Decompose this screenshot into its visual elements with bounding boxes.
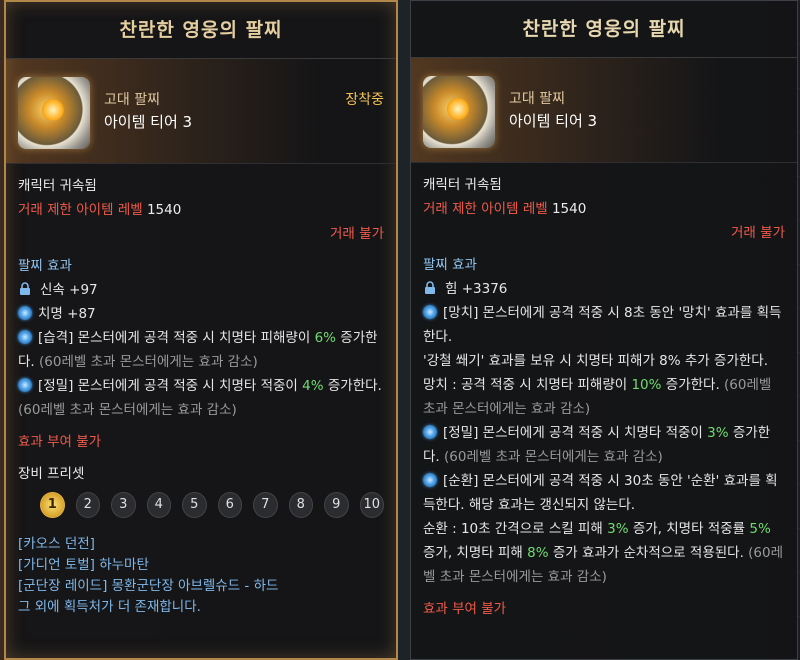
effect-text: 증가한다. bbox=[661, 377, 720, 393]
item-header: 고대 팔찌 아이템 티어 3 bbox=[411, 58, 797, 163]
section-title-bracelet-effect: 팔찌 효과 bbox=[18, 258, 72, 274]
stat-text: 치명 +87 bbox=[38, 306, 96, 322]
effect-text: 증가 효과가 순차적으로 적용된다. bbox=[548, 545, 744, 561]
item-header: 고대 팔찌 아이템 티어 3 장착중 bbox=[6, 59, 396, 164]
effect-tag: [순환] bbox=[443, 473, 479, 489]
effect-entry: [정밀] 몬스터에게 공격 적중 시 치명타 적중이 4% 증가한다. (60레… bbox=[18, 374, 384, 422]
effect-tag: [습격] bbox=[38, 330, 74, 346]
item-tier: 아이템 티어 3 bbox=[104, 113, 193, 131]
trade-status: 거래 불가 bbox=[330, 226, 384, 242]
preset-selector: 1 2 3 4 5 6 7 8 9 10 bbox=[40, 492, 384, 518]
effect-text: 순환 : 10초 간격으로 스킬 피해 bbox=[423, 521, 608, 537]
effect-entry: 망치 : 공격 적중 시 치명타 피해량이 10% 증가한다. (60레벨 초과… bbox=[423, 373, 785, 421]
lock-icon bbox=[20, 282, 30, 295]
preset-button-3[interactable]: 3 bbox=[111, 492, 136, 518]
more-sources-text: 그 외에 획득처가 더 존재합니다. bbox=[18, 599, 201, 615]
effect-text: '강철 쐐기' 효과를 보유 시 치명타 피해가 8% 추가 증가한다. bbox=[423, 353, 768, 369]
stat-text: 힘 +3376 bbox=[445, 281, 508, 297]
bound-status: 캐릭터 귀속됨 bbox=[18, 178, 97, 194]
effect-value: 5% bbox=[749, 521, 771, 537]
enhance-status: 효과 부여 불가 bbox=[423, 601, 507, 617]
effect-text: 증가한다. bbox=[323, 378, 382, 394]
effect-orb-icon bbox=[423, 305, 437, 319]
trade-level-label: 거래 제한 아이템 레벨 bbox=[423, 201, 548, 217]
preset-button-8[interactable]: 8 bbox=[288, 492, 313, 518]
preset-button-4[interactable]: 4 bbox=[146, 492, 171, 518]
acquisition-sources: [카오스 던전] [가디언 토벌] 하누마탄 [군단장 레이드] 몽환군단장 아… bbox=[18, 534, 384, 618]
effect-text: 증가, 치명타 피해 bbox=[423, 545, 528, 561]
effect-text: 몬스터에게 공격 적중 시 치명타 피해량이 bbox=[73, 330, 315, 346]
effect-value: 3% bbox=[707, 425, 729, 441]
trade-level-label: 거래 제한 아이템 레벨 bbox=[18, 202, 143, 218]
effect-orb-icon bbox=[423, 473, 437, 487]
effect-orb-icon bbox=[18, 330, 32, 344]
item-grade: 고대 팔찌 bbox=[509, 91, 565, 107]
effect-value: 3% bbox=[607, 521, 629, 537]
preset-button-7[interactable]: 7 bbox=[253, 492, 278, 518]
trade-status: 거래 불가 bbox=[731, 225, 785, 241]
effect-entry: [순환] 몬스터에게 공격 적중 시 30초 동안 '순환' 효과를 획득한다.… bbox=[423, 469, 785, 517]
effect-orb-icon bbox=[18, 306, 32, 320]
effect-note: (60레벨 초과 몬스터에게는 효과 감소) bbox=[18, 402, 237, 418]
preset-button-5[interactable]: 5 bbox=[182, 492, 207, 518]
effect-tag: [망치] bbox=[443, 305, 479, 321]
bracelet-icon bbox=[423, 76, 495, 148]
effect-text: 몬스터에게 공격 적중 시 치명타 적중이 bbox=[73, 378, 303, 394]
effect-entry: [습격] 몬스터에게 공격 적중 시 치명타 피해량이 6% 증가한다. (60… bbox=[18, 326, 384, 374]
preset-button-2[interactable]: 2 bbox=[75, 492, 100, 518]
effect-orb-icon bbox=[18, 378, 32, 392]
preset-title: 장비 프리셋 bbox=[18, 466, 85, 482]
lock-icon bbox=[425, 281, 435, 294]
item-name: 찬란한 영웅의 팔찌 bbox=[411, 1, 797, 58]
effect-value: 8% bbox=[527, 545, 549, 561]
enhance-status: 효과 부여 불가 bbox=[18, 434, 102, 450]
compare-item-tooltip: 찬란한 영웅의 팔찌 고대 팔찌 아이템 티어 3 캐릭터 귀속됨 거래 제한 … bbox=[410, 0, 798, 660]
effect-orb-icon bbox=[423, 425, 437, 439]
item-grade: 고대 팔찌 bbox=[104, 92, 160, 108]
bound-status: 캐릭터 귀속됨 bbox=[423, 177, 502, 193]
preset-button-1[interactable]: 1 bbox=[40, 492, 65, 518]
stat-text: 신속 +97 bbox=[40, 282, 98, 298]
equipped-item-tooltip: 찬란한 영웅의 팔찌 고대 팔찌 아이템 티어 3 장착중 캐릭터 귀속됨 거래… bbox=[4, 0, 398, 660]
equipped-badge: 장착중 bbox=[345, 92, 384, 108]
trade-level-value: 1540 bbox=[146, 202, 182, 218]
item-tier: 아이템 티어 3 bbox=[509, 112, 598, 130]
trade-level-value: 1540 bbox=[551, 201, 587, 217]
stat-row: 치명 +87 bbox=[18, 302, 384, 326]
effect-note: (60레벨 초과 몬스터에게는 효과 감소) bbox=[439, 449, 663, 465]
stat-row: 신속 +97 bbox=[18, 278, 384, 302]
source-link[interactable]: [군단장 레이드] 몽환군단장 아브렐슈드 - 하드 bbox=[18, 576, 384, 597]
effect-text: 몬스터에게 공격 적중 시 치명타 적중이 bbox=[478, 425, 708, 441]
effect-note: (60레벨 초과 몬스터에게는 효과 감소) bbox=[34, 354, 258, 370]
effect-text: 망치 : 공격 적중 시 치명타 피해량이 bbox=[423, 377, 632, 393]
section-title-bracelet-effect: 팔찌 효과 bbox=[423, 257, 477, 273]
source-link[interactable]: [가디언 토벌] 하누마탄 bbox=[18, 555, 384, 576]
effect-entry: [망치] 몬스터에게 공격 적중 시 8초 동안 '망치' 효과를 획득한다. bbox=[423, 301, 785, 349]
effect-value: 10% bbox=[631, 377, 662, 393]
effect-value: 6% bbox=[314, 330, 336, 346]
bracelet-icon bbox=[18, 77, 90, 149]
effect-tag: [정밀] bbox=[443, 425, 479, 441]
preset-button-6[interactable]: 6 bbox=[217, 492, 242, 518]
source-link[interactable]: [카오스 던전] bbox=[18, 534, 384, 555]
preset-button-9[interactable]: 9 bbox=[324, 492, 349, 518]
item-name: 찬란한 영웅의 팔찌 bbox=[6, 2, 396, 59]
effect-entry: [정밀] 몬스터에게 공격 적중 시 치명타 적중이 3% 증가한다. (60레… bbox=[423, 421, 785, 469]
preset-button-10[interactable]: 10 bbox=[359, 492, 384, 518]
effect-tag: [정밀] bbox=[38, 378, 74, 394]
effect-value: 4% bbox=[302, 378, 324, 394]
effect-entry: 순환 : 10초 간격으로 스킬 피해 3% 증가, 치명타 적중률 5% 증가… bbox=[423, 517, 785, 589]
effect-text: 증가, 치명타 적중률 bbox=[628, 521, 750, 537]
stat-row: 힘 +3376 bbox=[423, 277, 785, 301]
